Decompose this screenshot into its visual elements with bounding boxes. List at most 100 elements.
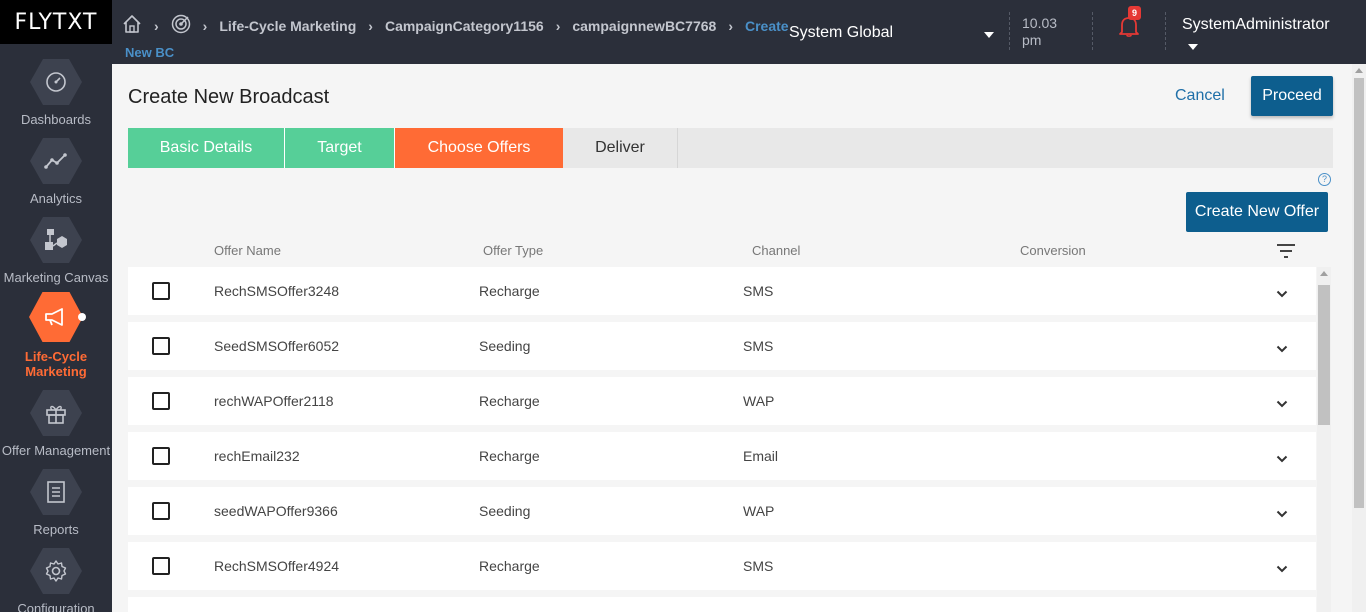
step-target[interactable]: Target	[285, 128, 395, 168]
sidebar-item-label: Analytics	[29, 191, 83, 206]
target-icon[interactable]	[171, 14, 191, 37]
sidebar-item-offer-management[interactable]: Offer Management	[0, 390, 112, 458]
chevron-down-icon[interactable]	[984, 32, 994, 38]
table-scrollbar[interactable]	[1317, 267, 1331, 612]
offer-channel: WAP	[743, 393, 775, 409]
page-title: Create New Broadcast	[128, 86, 330, 108]
breadcrumb-separator: ›	[368, 17, 373, 34]
breadcrumb-separator: ›	[728, 17, 733, 34]
sidebar-item-label: Life-Cycle Marketing	[24, 349, 88, 379]
offer-type: Seeding	[479, 503, 531, 519]
sidebar-item-life-cycle-marketing[interactable]: Life-Cycle Marketing	[0, 292, 112, 379]
user-menu[interactable]: SystemAdministrator	[1182, 16, 1330, 34]
offer-channel: Email	[743, 448, 779, 464]
row-checkbox[interactable]	[152, 447, 170, 465]
offer-name: seedWAPOffer9366	[214, 503, 338, 519]
chevron-down-icon[interactable]	[1188, 44, 1198, 50]
create-new-offer-button[interactable]: Create New Offer	[1186, 192, 1328, 232]
chevron-down-icon[interactable]	[1276, 505, 1288, 521]
sidebar-item-label: Dashboards	[20, 112, 92, 127]
sidebar-item-analytics[interactable]: Analytics	[0, 138, 112, 206]
breadcrumb-campaign[interactable]: campaignnewBC7768	[572, 18, 716, 34]
row-checkbox[interactable]	[152, 557, 170, 575]
sidebar-item-label: Configuration	[17, 601, 95, 612]
offer-type: Recharge	[479, 448, 540, 464]
row-checkbox[interactable]	[152, 392, 170, 410]
sidebar-item-label: Marketing Canvas	[3, 270, 109, 285]
table-header: Offer Name Offer Type Channel Conversion	[128, 242, 1328, 264]
column-header-channel[interactable]: Channel	[752, 243, 800, 258]
breadcrumb-current-sub: New BC	[125, 45, 175, 60]
table-row[interactable]: RechSMSOffer4924 Recharge SMS	[128, 542, 1316, 590]
table-row[interactable]	[128, 597, 1316, 612]
chevron-down-icon[interactable]	[1276, 450, 1288, 466]
divider	[1009, 12, 1010, 50]
table-row[interactable]: RechSMSOffer3248 Recharge SMS	[128, 267, 1316, 315]
main-content: Create New Broadcast Cancel Proceed Basi…	[112, 64, 1366, 612]
breadcrumb: › › Life-Cycle Marketing › CampaignCateg…	[122, 14, 789, 37]
scroll-up-arrow-icon[interactable]	[1355, 68, 1363, 73]
scroll-up-arrow-icon[interactable]	[1320, 271, 1328, 276]
sidebar: FLYTXT Dashboards Analytics Marketing Ca…	[0, 0, 112, 612]
cancel-button[interactable]: Cancel	[1175, 87, 1225, 105]
breadcrumb-separator: ›	[202, 17, 208, 34]
sidebar-item-dashboards[interactable]: Dashboards	[0, 59, 112, 127]
sidebar-item-label: Reports	[33, 522, 79, 537]
chevron-down-icon[interactable]	[1276, 560, 1288, 576]
chevron-down-icon[interactable]	[1276, 395, 1288, 411]
offer-channel: WAP	[743, 503, 775, 519]
offer-channel: SMS	[743, 558, 774, 574]
page-scrollbar[interactable]	[1352, 64, 1366, 612]
offer-name: RechSMSOffer4924	[214, 558, 340, 574]
sidebar-item-configuration[interactable]: Configuration	[0, 548, 112, 612]
table-row[interactable]: SeedSMSOffer6052 Seeding SMS	[128, 322, 1316, 370]
divider	[1165, 12, 1166, 50]
scrollbar-thumb[interactable]	[1354, 78, 1364, 508]
gift-icon	[30, 390, 82, 436]
megaphone-icon	[29, 292, 83, 342]
divider	[1092, 12, 1093, 50]
clock-time: 10.03 pm	[1022, 15, 1057, 49]
breadcrumb-current: Create	[744, 17, 789, 34]
column-header-offer-name[interactable]: Offer Name	[214, 243, 281, 258]
wizard-steps: Basic Details Target Choose Offers Deliv…	[128, 128, 1333, 168]
top-bar: › › Life-Cycle Marketing › CampaignCateg…	[112, 0, 1366, 64]
step-basic-details[interactable]: Basic Details	[128, 128, 285, 168]
table-row[interactable]: rechWAPOffer2118 Recharge WAP	[128, 377, 1316, 425]
gauge-icon	[30, 59, 82, 105]
offer-type: Seeding	[479, 338, 531, 354]
offer-type: Recharge	[479, 283, 540, 299]
column-header-offer-type[interactable]: Offer Type	[483, 243, 543, 258]
offer-type: Recharge	[479, 393, 540, 409]
chevron-down-icon[interactable]	[1276, 340, 1288, 356]
filter-icon[interactable]	[1276, 243, 1296, 262]
flytxt-logo[interactable]: FLYTXT	[0, 0, 112, 44]
step-deliver[interactable]: Deliver	[563, 128, 678, 168]
sidebar-item-reports[interactable]: Reports	[0, 469, 112, 537]
line-chart-icon	[30, 138, 82, 184]
offer-channel: SMS	[743, 283, 774, 299]
canvas-icon	[30, 217, 82, 263]
offer-name: rechWAPOffer2118	[214, 393, 334, 409]
row-checkbox[interactable]	[152, 337, 170, 355]
table-row[interactable]: rechEmail232 Recharge Email	[128, 432, 1316, 480]
notification-badge: 9	[1128, 6, 1141, 20]
report-icon	[30, 469, 82, 515]
help-icon[interactable]: ?	[1318, 173, 1331, 186]
offer-type: Recharge	[479, 558, 540, 574]
row-checkbox[interactable]	[152, 502, 170, 520]
breadcrumb-life-cycle-marketing[interactable]: Life-Cycle Marketing	[219, 18, 356, 34]
step-choose-offers[interactable]: Choose Offers	[395, 128, 563, 168]
proceed-button[interactable]: Proceed	[1251, 76, 1333, 116]
home-icon[interactable]	[122, 14, 142, 37]
offer-name: rechEmail232	[214, 448, 300, 464]
context-select[interactable]: System Global	[789, 24, 893, 42]
scrollbar-thumb[interactable]	[1318, 285, 1330, 425]
column-header-conversion[interactable]: Conversion	[1020, 243, 1086, 258]
breadcrumb-campaign-category[interactable]: CampaignCategory1156	[385, 18, 544, 34]
chevron-down-icon[interactable]	[1276, 285, 1288, 301]
table-row[interactable]: seedWAPOffer9366 Seeding WAP	[128, 487, 1316, 535]
sidebar-item-label: Offer Management	[1, 443, 111, 458]
row-checkbox[interactable]	[152, 282, 170, 300]
sidebar-item-marketing-canvas[interactable]: Marketing Canvas	[0, 217, 112, 285]
